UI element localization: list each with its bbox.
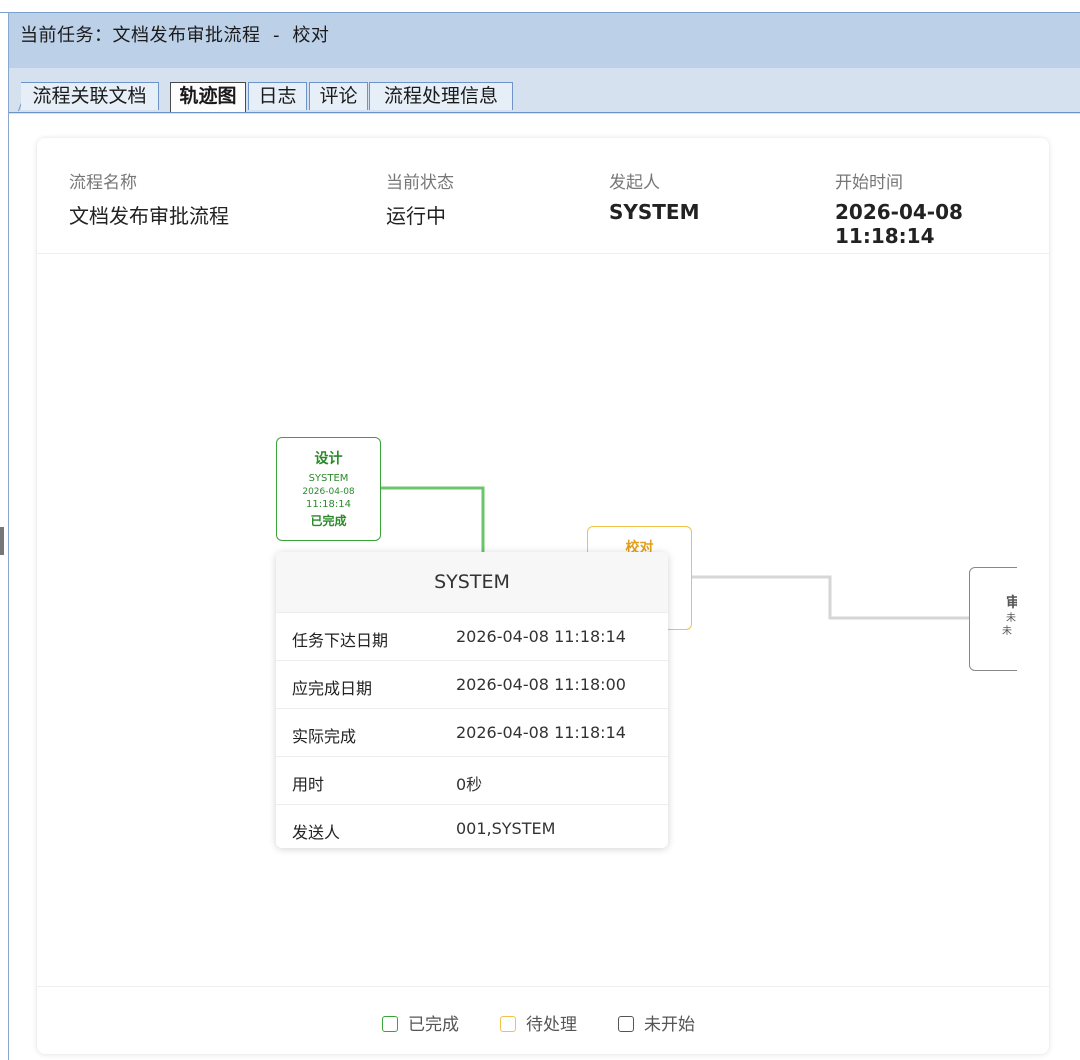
tab-related-docs[interactable]: 流程关联文档 xyxy=(21,82,159,110)
tab-trace-diagram[interactable]: 轨迹图 xyxy=(170,82,246,113)
process-name-label: 流程名称 xyxy=(69,173,137,193)
tab-process-info[interactable]: 流程处理信息 xyxy=(369,82,513,110)
connector-design-proofread xyxy=(377,486,485,554)
start-time-value: 2026-04-08 11:18:14 xyxy=(835,200,963,248)
status-value: 运行中 xyxy=(386,204,446,228)
popup-row-key: 发送人 xyxy=(292,823,341,842)
popup-row-value: 2026-04-08 11:18:14 xyxy=(456,723,626,742)
initiator-label: 发起人 xyxy=(609,173,660,193)
connector-proofread-review xyxy=(667,575,1017,620)
node-review-title: 审 xyxy=(1006,595,1017,611)
trace-diagram-canvas[interactable]: 设计 SYSTEM 2026-04-08 11:18:14 已完成 校对 审 未… xyxy=(37,254,1017,984)
process-name-value: 文档发布审批流程 xyxy=(69,204,229,228)
popup-row: 实际完成 2026-04-08 11:18:14 xyxy=(276,709,668,757)
popup-row-key: 用时 xyxy=(292,775,325,794)
popup-row-key: 实际完成 xyxy=(292,727,357,746)
resize-handle[interactable] xyxy=(0,527,4,555)
legend-todo: 未开始 xyxy=(618,1010,695,1035)
window-left-border xyxy=(8,12,9,1060)
legend-todo-swatch xyxy=(618,1016,634,1032)
node-review-line2: 未 xyxy=(1002,626,1012,637)
popup-row-value: 001,SYSTEM xyxy=(456,819,556,838)
legend-pending-label: 待处理 xyxy=(526,1015,577,1035)
node-design-user: SYSTEM xyxy=(308,473,349,484)
window-title: 当前任务：文档发布审批流程 - 校对 xyxy=(20,25,330,46)
tab-baseline xyxy=(9,112,1080,113)
popup-row-value: 2026-04-08 11:18:14 xyxy=(456,627,626,646)
node-design-status: 已完成 xyxy=(310,514,347,528)
node-design-title: 设计 xyxy=(314,451,343,467)
legend-pending: 待处理 xyxy=(500,1010,577,1035)
node-design[interactable]: 设计 SYSTEM 2026-04-08 11:18:14 已完成 xyxy=(276,437,381,541)
popup-row-value: 0秒 xyxy=(456,775,483,794)
popup-row: 应完成日期 2026-04-08 11:18:00 xyxy=(276,661,668,709)
node-review[interactable]: 审 未 未 xyxy=(969,567,1017,671)
title-bar: 当前任务：文档发布审批流程 - 校对 xyxy=(9,13,1080,67)
legend-done-swatch xyxy=(382,1016,398,1032)
process-card: 流程名称 文档发布审批流程 当前状态 运行中 发起人 SYSTEM 开始时间 2… xyxy=(37,138,1049,1054)
popup-row-value: 2026-04-08 11:18:00 xyxy=(456,675,626,694)
start-time-label: 开始时间 xyxy=(835,173,903,193)
popup-row: 任务下达日期 2026-04-08 11:18:14 xyxy=(276,613,668,661)
legend-done: 已完成 xyxy=(382,1010,459,1035)
tab-log[interactable]: 日志 xyxy=(248,82,307,110)
popup-row-key: 任务下达日期 xyxy=(292,631,389,650)
popup-title: SYSTEM xyxy=(276,552,668,613)
legend-done-label: 已完成 xyxy=(408,1015,459,1035)
node-design-time: 11:18:14 xyxy=(306,499,351,510)
task-detail-popup: SYSTEM 任务下达日期 2026-04-08 11:18:14 应完成日期 … xyxy=(276,552,668,848)
legend-pending-swatch xyxy=(500,1016,516,1032)
status-label: 当前状态 xyxy=(386,173,454,193)
popup-row: 用时 0秒 xyxy=(276,757,668,805)
node-design-date: 2026-04-08 xyxy=(302,487,355,497)
legend-todo-label: 未开始 xyxy=(644,1015,695,1035)
node-review-line1: 未 xyxy=(1006,613,1016,624)
popup-row: 发送人 001,SYSTEM xyxy=(276,805,668,848)
tab-comments[interactable]: 评论 xyxy=(309,82,368,110)
legend-divider xyxy=(37,986,1049,987)
popup-row-key: 应完成日期 xyxy=(292,679,373,698)
initiator-value: SYSTEM xyxy=(609,200,700,224)
